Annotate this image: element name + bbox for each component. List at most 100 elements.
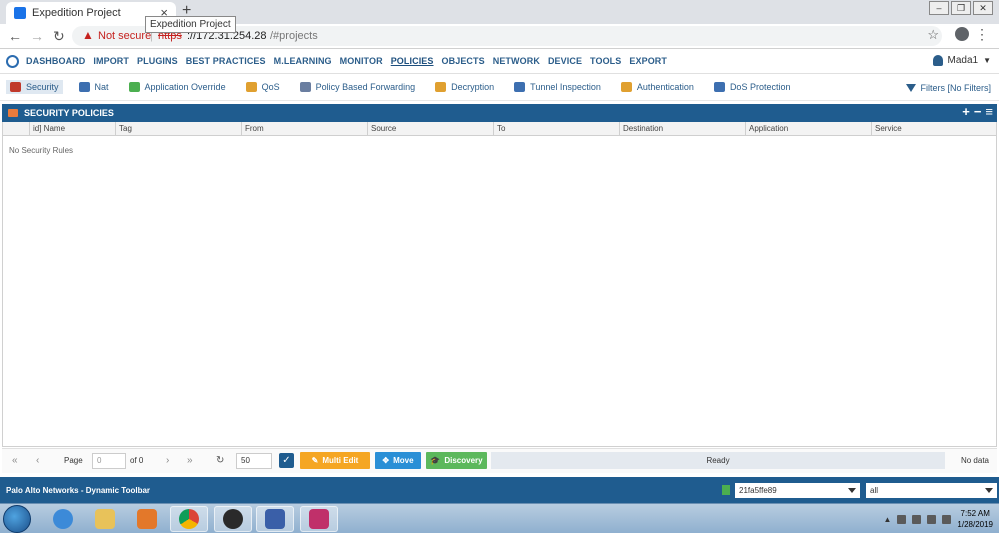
media-player-icon[interactable] [128, 506, 166, 532]
nav-objects[interactable]: OBJECTS [438, 56, 489, 66]
tab-nat[interactable]: Nat [75, 80, 113, 94]
tab-label: Policy Based Forwarding [315, 82, 416, 92]
page-label: Page [64, 456, 83, 465]
restore-icon[interactable]: ❐ [951, 1, 971, 15]
filters-label: Filters [No Filters] [920, 83, 991, 93]
column-header-service[interactable]: Service [871, 122, 996, 136]
user-icon [932, 55, 943, 66]
crown-app-icon[interactable] [300, 506, 338, 532]
nav-device[interactable]: DEVICE [544, 56, 586, 66]
column-header-id-name[interactable]: id] Name [29, 122, 115, 136]
network-icon[interactable] [912, 514, 922, 524]
browser-menu-icon[interactable]: ⋮ [975, 26, 989, 43]
discovery-button[interactable]: 🎓 Discovery [426, 452, 487, 469]
remove-icon[interactable]: − [974, 104, 982, 119]
nav-network[interactable]: NETWORK [489, 56, 544, 66]
column-header-source[interactable]: Source [367, 122, 493, 136]
last-page-icon[interactable]: » [187, 455, 193, 466]
tab-label: Decryption [451, 82, 495, 92]
back-arrow-icon[interactable]: ← [8, 28, 22, 44]
prev-page-icon[interactable]: ‹ [36, 455, 39, 466]
start-button[interactable] [3, 505, 31, 533]
nav-import[interactable]: IMPORT [89, 56, 133, 66]
column-header-from[interactable]: From [241, 122, 367, 136]
scope-select[interactable]: all [866, 483, 997, 498]
tab-application-override[interactable]: Application Override [125, 80, 230, 94]
caret-down-icon: ▼ [983, 56, 991, 65]
tab-security[interactable]: Security [6, 80, 63, 94]
forward-arrow-icon[interactable]: → [30, 28, 44, 44]
tab-tooltip: Expedition Project [145, 16, 236, 33]
tab-decryption[interactable]: Decryption [431, 80, 498, 94]
close-window-icon[interactable]: ✕ [973, 1, 993, 15]
tab-qos[interactable]: QoS [242, 80, 284, 94]
lock-app-icon[interactable] [214, 506, 252, 532]
system-tray: ▲ 7:52 AM 1/28/2019 [883, 508, 993, 530]
bookmark-star-icon[interactable]: ☆ [927, 27, 939, 43]
file-explorer-icon[interactable] [86, 506, 124, 532]
first-page-icon[interactable]: « [12, 455, 18, 466]
nav-dashboard[interactable]: DASHBOARD [22, 56, 89, 66]
move-label: Move [393, 456, 414, 465]
user-menu[interactable]: Mada1 ▼ [932, 55, 991, 66]
add-icon[interactable]: + [962, 104, 970, 119]
page-number-input[interactable]: 0 [92, 453, 126, 469]
multi-edit-button[interactable]: ✎ Multi Edit [300, 452, 370, 469]
move-button[interactable]: ✥ Move [375, 452, 421, 469]
account-icon[interactable] [955, 27, 969, 41]
tab-dos-protection[interactable]: DoS Protection [710, 80, 795, 94]
tab-tunnel-inspection[interactable]: Tunnel Inspection [510, 80, 605, 94]
security-icon [10, 82, 21, 92]
monitor-icon[interactable] [927, 514, 937, 524]
tab-label: Authentication [636, 82, 694, 92]
nav-plugins[interactable]: PLUGINS [133, 56, 182, 66]
status-text: Ready [491, 452, 945, 469]
flag-icon[interactable] [897, 514, 907, 524]
chrome-icon[interactable] [170, 506, 208, 532]
authentication-icon [620, 82, 632, 92]
dos-protection-icon [713, 82, 725, 92]
tab-title: Expedition Project [32, 7, 121, 19]
nav-best-practices[interactable]: BEST PRACTICES [182, 56, 270, 66]
discovery-label: Discovery [444, 456, 483, 465]
reload-icon[interactable]: ↻ [53, 28, 65, 45]
nav-tools[interactable]: TOOLS [586, 56, 625, 66]
panel-title: SECURITY POLICIES [24, 108, 114, 118]
volume-icon[interactable] [942, 514, 952, 524]
project-select[interactable]: 21fa5ffe89 [735, 483, 860, 498]
filters-button[interactable]: Filters [No Filters] [906, 83, 991, 93]
network-app-icon[interactable] [256, 506, 294, 532]
refresh-icon[interactable]: ↻ [216, 455, 224, 466]
tunnel-inspection-icon [514, 82, 526, 92]
funnel-icon [906, 84, 917, 92]
select-checkbox[interactable]: ✓ [279, 453, 294, 468]
nav-monitor[interactable]: MONITOR [336, 56, 387, 66]
page-size-input[interactable]: 50 [236, 453, 272, 469]
not-secure-label: Not secure [98, 30, 152, 42]
clock[interactable]: 7:52 AM 1/28/2019 [957, 508, 993, 530]
column-header-application[interactable]: Application [745, 122, 871, 136]
window-controls: – ❐ ✕ [929, 1, 993, 15]
next-page-icon[interactable]: › [166, 455, 169, 466]
tab-policy-based-forwarding[interactable]: Policy Based Forwarding [296, 80, 420, 94]
expedition-logo-icon[interactable] [6, 55, 19, 68]
list-menu-icon[interactable]: ≡ [985, 104, 993, 119]
column-header-tag[interactable]: Tag [115, 122, 241, 136]
internet-explorer-icon[interactable] [44, 506, 82, 532]
nav-m-learning[interactable]: M.LEARNING [270, 56, 336, 66]
warning-icon: ▲ [82, 28, 94, 42]
windows-taskbar: ▲ 7:52 AM 1/28/2019 [0, 503, 999, 533]
user-name: Mada1 [947, 55, 979, 66]
nav-policies[interactable]: POLICIES [387, 56, 438, 66]
clock-date: 1/28/2019 [957, 520, 993, 529]
nav-export[interactable]: EXPORT [625, 56, 671, 66]
panel-tools: + − ≡ [962, 104, 993, 119]
tray-expand-icon[interactable]: ▲ [883, 515, 891, 524]
tab-authentication[interactable]: Authentication [617, 80, 698, 94]
column-header-to[interactable]: To [493, 122, 619, 136]
minimize-icon[interactable]: – [929, 1, 949, 15]
policy-sub-nav: Security Nat Application Override QoS Policy… [0, 76, 999, 101]
column-header-destination[interactable]: Destination [619, 122, 745, 136]
page-count: of 0 [130, 456, 144, 465]
tab-label: Tunnel Inspection [530, 82, 601, 92]
